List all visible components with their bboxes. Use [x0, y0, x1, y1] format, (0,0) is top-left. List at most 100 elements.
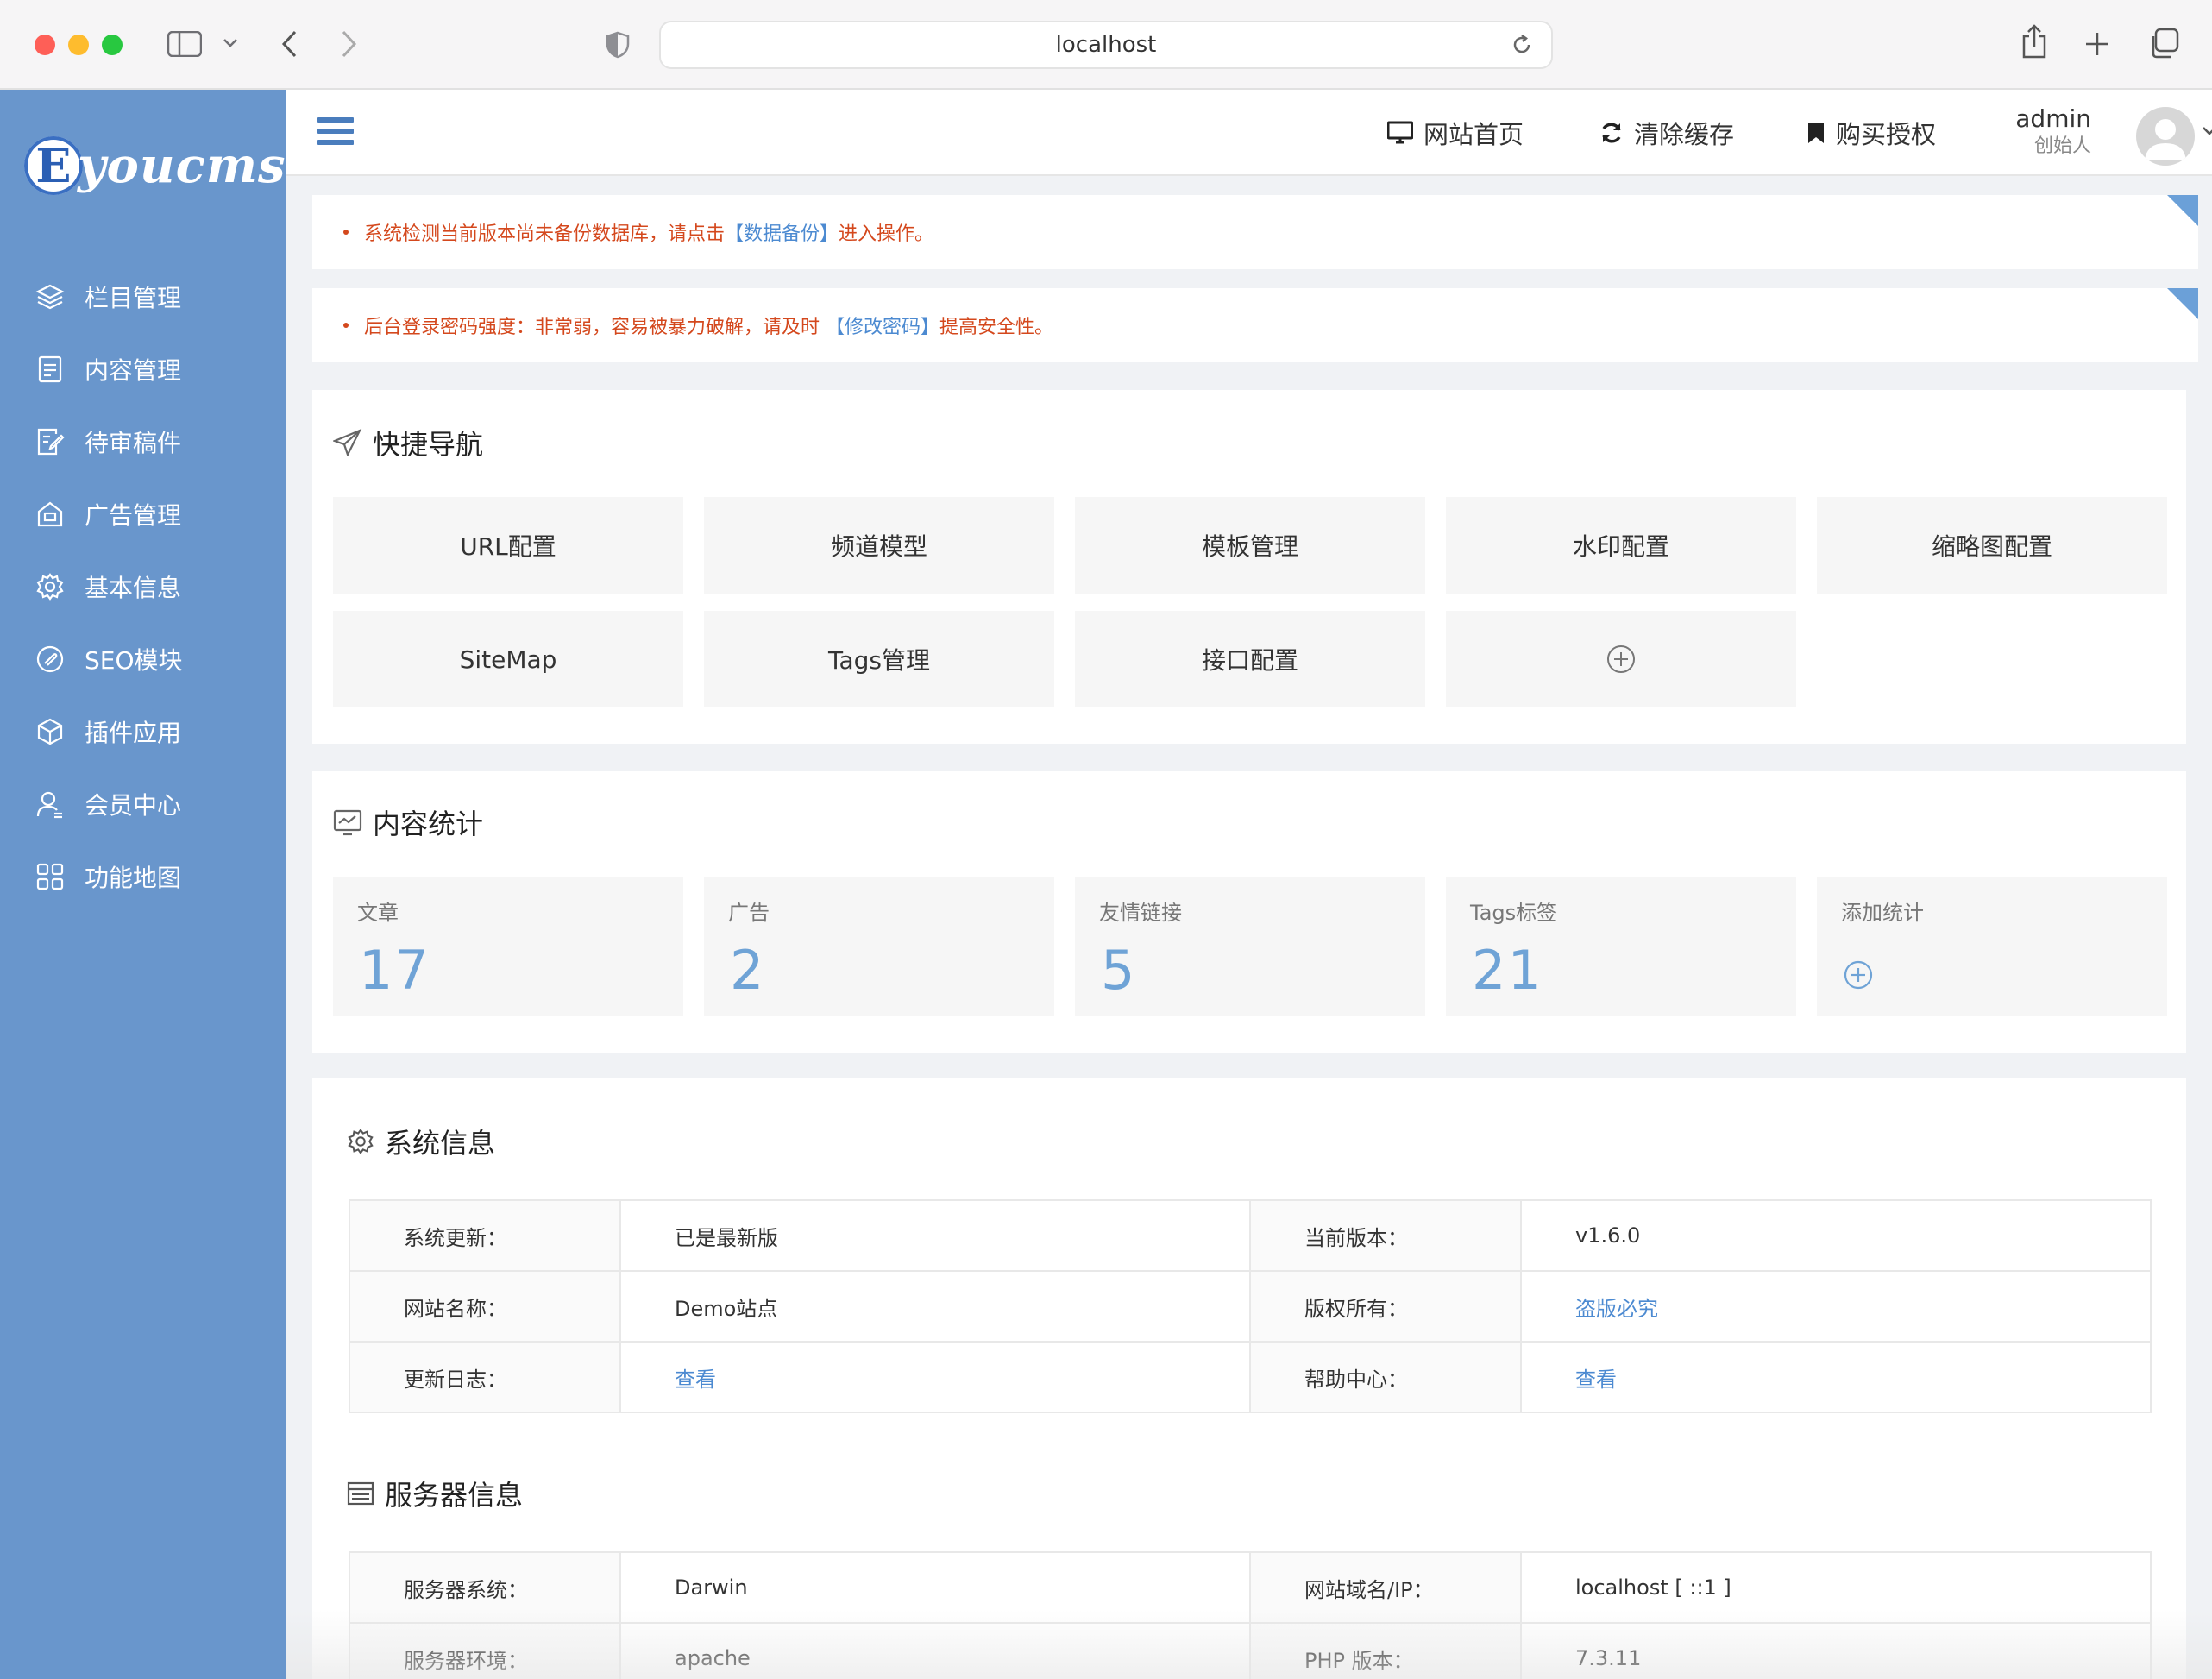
gear-icon [35, 571, 66, 602]
site-home-link[interactable]: 网站首页 [1387, 112, 1524, 154]
table-row: 更新日志： 查看 帮助中心： 查看 [349, 1341, 2152, 1413]
address-bar[interactable]: localhost [659, 21, 1553, 69]
help-center-link[interactable]: 查看 [1575, 1368, 1617, 1392]
table-row: 网站名称： Demo站点 版权所有： 盗版必究 [349, 1270, 2152, 1343]
grid-icon [35, 861, 66, 892]
monitor-chart-icon [333, 809, 362, 836]
panel-title-text: 内容统计 [373, 808, 484, 840]
system-info-panel: 系统信息 系统更新： 已是最新版 当前版本： v1.6.0 网站名称： Demo… [312, 1078, 2186, 1679]
paper-plane-icon [333, 429, 362, 456]
sidebar-item-label: 待审稿件 [85, 429, 182, 457]
copyright-link[interactable]: 盗版必究 [1575, 1297, 1658, 1321]
quick-nav-panel: 快捷导航 URL配置 频道模型 模板管理 水印配置 缩略图配置 SiteMap … [312, 390, 2186, 744]
chevron-down-icon[interactable] [223, 36, 238, 53]
changelog-link[interactable]: 查看 [675, 1368, 716, 1392]
avatar[interactable] [2136, 107, 2195, 166]
info-value-cell: 查看 [619, 1341, 1251, 1413]
content-stats-title: 内容统计 [333, 802, 483, 842]
notice-close-corner[interactable] [2167, 288, 2198, 319]
forward-icon[interactable] [340, 29, 359, 62]
sidebar-item-category[interactable]: 栏目管理 [0, 261, 286, 333]
quick-nav-title: 快捷导航 [333, 423, 483, 462]
eyoucms-logo[interactable]: E youcms [24, 131, 286, 200]
layers-icon [35, 281, 66, 312]
reload-icon[interactable] [1510, 33, 1534, 63]
url-text: localhost [1055, 32, 1157, 58]
stat-label: 添加统计 [1841, 901, 1924, 925]
info-value: localhost [ ::1 ] [1520, 1551, 2152, 1624]
table-row: 服务器系统： Darwin 网站域名/IP： localhost [ ::1 ] [349, 1551, 2152, 1624]
buy-license-link[interactable]: 购买授权 [1807, 112, 1936, 154]
panel-title-text: 服务器信息 [385, 1479, 524, 1512]
user-icon [35, 789, 66, 820]
stat-value: 2 [730, 939, 766, 1002]
stat-tags[interactable]: Tags标签 21 [1446, 877, 1796, 1016]
top-header: 网站首页 清除缓存 购买授权 admin 创始人 [286, 90, 2212, 176]
quick-nav-sitemap[interactable]: SiteMap [333, 611, 683, 707]
minimize-window-button[interactable] [68, 35, 89, 55]
sidebar-item-label: 广告管理 [85, 501, 182, 530]
stat-add[interactable]: 添加统计 [1817, 877, 2167, 1016]
quick-nav-url-config[interactable]: URL配置 [333, 497, 683, 594]
sidebar-nav: 栏目管理 内容管理 待审稿件 广告管理 基本信息 SEO模块 插件应用 会员中心… [0, 261, 286, 913]
backup-notice: 系统检测当前版本尚未备份数据库，请点击 【数据备份】 进入操作。 [312, 195, 2198, 269]
info-value: Demo站点 [619, 1270, 1251, 1343]
info-value-cell: 盗版必究 [1520, 1270, 2152, 1343]
sidebar-item-seo[interactable]: SEO模块 [0, 623, 286, 695]
share-icon[interactable] [2020, 24, 2048, 62]
panel-title-text: 快捷导航 [373, 428, 484, 461]
info-value-cell: 查看 [1520, 1341, 2152, 1413]
tab-overview-icon[interactable] [2148, 28, 2179, 62]
back-icon[interactable] [280, 29, 298, 62]
info-label: 网站名称： [349, 1270, 621, 1343]
maximize-window-button[interactable] [102, 35, 123, 55]
new-tab-icon[interactable] [2084, 31, 2110, 60]
sidebar-item-content[interactable]: 内容管理 [0, 333, 286, 406]
user-info[interactable]: admin 创始人 [1988, 104, 2091, 159]
chevron-down-icon[interactable] [2202, 124, 2212, 141]
password-notice: 后台登录密码强度：非常弱，容易被暴力破解，请及时 【修改密码】 提高安全性。 [312, 288, 2198, 362]
quick-nav-watermark[interactable]: 水印配置 [1446, 497, 1796, 594]
sidebar-toggle-icon[interactable] [167, 30, 203, 60]
quick-nav-add-button[interactable] [1446, 611, 1796, 707]
sidebar-item-members[interactable]: 会员中心 [0, 768, 286, 840]
change-password-link[interactable]: 【修改密码】 [826, 311, 939, 339]
clear-cache-link[interactable]: 清除缓存 [1599, 112, 1734, 154]
data-backup-link[interactable]: 【数据备份】 [725, 218, 839, 246]
info-value: v1.6.0 [1520, 1199, 2152, 1272]
stat-ads[interactable]: 广告 2 [704, 877, 1054, 1016]
plus-circle-icon [1607, 645, 1635, 673]
document-icon [35, 354, 66, 385]
notice-close-corner[interactable] [2167, 195, 2198, 226]
stat-links[interactable]: 友情链接 5 [1075, 877, 1425, 1016]
edit-document-icon [35, 426, 66, 457]
info-label: 版权所有： [1249, 1270, 1522, 1343]
quick-nav-thumbnail[interactable]: 缩略图配置 [1817, 497, 2167, 594]
panel-title-text: 系统信息 [385, 1127, 496, 1160]
table-row: 系统更新： 已是最新版 当前版本： v1.6.0 [349, 1199, 2152, 1272]
notice-text: 系统检测当前版本尚未备份数据库，请点击 [364, 223, 726, 245]
sidebar-item-plugins[interactable]: 插件应用 [0, 695, 286, 768]
stat-value: 21 [1472, 939, 1543, 1002]
sidebar-item-pending[interactable]: 待审稿件 [0, 406, 286, 478]
sidebar-item-function-map[interactable]: 功能地图 [0, 840, 286, 913]
quick-nav-tags[interactable]: Tags管理 [704, 611, 1054, 707]
quick-nav-channel-model[interactable]: 频道模型 [704, 497, 1054, 594]
content-stats-panel: 内容统计 文章 17 广告 2 友情链接 5 Tags标签 21 添加统计 [312, 771, 2186, 1053]
sidebar-item-basic-info[interactable]: 基本信息 [0, 550, 286, 623]
server-icon [347, 1481, 374, 1506]
seo-icon [35, 644, 66, 675]
sidebar-item-ads[interactable]: 广告管理 [0, 478, 286, 550]
info-label: 更新日志： [349, 1341, 621, 1413]
server-info-title: 服务器信息 [347, 1474, 523, 1513]
stat-articles[interactable]: 文章 17 [333, 877, 683, 1016]
logo-text: youcms [78, 137, 286, 194]
shield-icon[interactable] [606, 31, 630, 62]
menu-toggle-icon[interactable] [317, 117, 354, 148]
close-window-button[interactable] [35, 35, 55, 55]
info-value: apache [619, 1622, 1251, 1679]
quick-nav-api-config[interactable]: 接口配置 [1075, 611, 1425, 707]
quick-nav-template[interactable]: 模板管理 [1075, 497, 1425, 594]
gear-icon [348, 1129, 374, 1154]
system-info-title: 系统信息 [347, 1122, 495, 1161]
